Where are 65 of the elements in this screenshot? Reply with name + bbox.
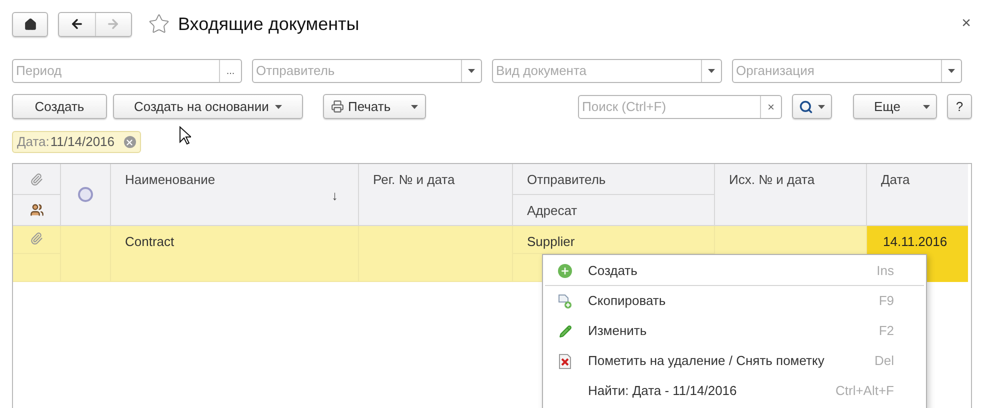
column-header[interactable]: Рег. № и дата [373,172,455,187]
placeholder: Организация [735,62,816,80]
delete-mark-icon [559,354,571,368]
caret-icon [948,69,955,73]
paperclip-icon [30,172,43,186]
column-header[interactable]: Дата [881,172,910,187]
mouse-cursor-icon [178,126,191,144]
home-icon [24,18,36,30]
shortcut-label: Ctrl+Alt+F [835,382,894,400]
select-period-button[interactable]: ... [219,60,241,82]
more-button[interactable]: Еще [853,94,937,119]
column-header[interactable]: Наименование [125,172,216,187]
help-button[interactable]: ? [947,94,972,119]
shortcut-label: F9 [878,292,894,310]
caret-icon [923,104,930,108]
plus-icon [558,264,572,278]
menu-item[interactable]: Найти: Дата - 11/14/2016 Ctrl+Alt+F [545,376,924,406]
shortcut-label: Del [874,352,894,370]
placeholder: Период [15,62,63,80]
menu-item[interactable]: Скопировать F9 [545,286,924,316]
caret-icon [468,69,475,73]
copy-document-icon [558,294,572,308]
menu-item[interactable]: Создать Ins [545,256,924,286]
people-icon [30,203,44,217]
sort-indicator: ↓ [332,187,338,205]
pencil-icon [558,324,572,338]
column-header[interactable]: Отправитель [527,172,606,187]
menu-item[interactable]: Пометить на удаление / Снять пометку Del [545,346,924,376]
caret-icon [818,104,825,108]
menu-item-label: Создать [588,262,638,280]
window-title: Входящие документы [178,12,360,36]
menu-item-label: Изменить [588,322,648,340]
column-header[interactable]: Исх. № и дата [729,172,815,187]
favorite-star-icon[interactable] [148,13,170,35]
menu-item[interactable]: Изменить F2 [545,316,924,346]
create-button[interactable]: Создать [12,94,107,119]
period-field[interactable]: Период ... [12,59,242,83]
table-cell: Supplier [513,226,715,254]
paperclip-icon [30,232,43,245]
search-options-button[interactable] [792,94,832,119]
search-field[interactable]: Поиск (Ctrl+F) × [578,94,782,118]
placeholder: Отправитель [255,62,336,80]
menu-item-label: Скопировать [588,292,667,310]
shortcut-label: F2 [878,322,894,340]
tag-value: 11/14/2016 [50,133,115,152]
caret-icon [411,104,418,108]
home-button[interactable] [12,12,48,36]
placeholder: Вид документа [495,62,588,80]
caret-icon [708,69,715,73]
menu-item-label: Пометить на удаление / Снять пометку [588,352,826,370]
clear-button[interactable]: × [760,96,781,118]
search-icon [799,100,813,114]
column-header[interactable]: Адресат [527,203,578,218]
close-button[interactable]: × [962,12,971,36]
print-button[interactable]: Печать [323,94,426,119]
menu-item-label: Найти: Дата - 11/14/2016 [588,382,738,400]
filter-tag[interactable]: Дата:11/14/2016 [12,131,141,153]
tag-label: Дата: [17,133,50,152]
shortcut-label: Ins [876,262,894,280]
create-based-on-button[interactable]: Создать на основании [113,94,303,119]
caret-icon [275,104,282,108]
placeholder: Поиск (Ctrl+F) [581,98,668,116]
remove-filter-icon[interactable] [124,136,136,148]
printer-icon [331,100,344,113]
table-cell: Contract [111,226,359,282]
